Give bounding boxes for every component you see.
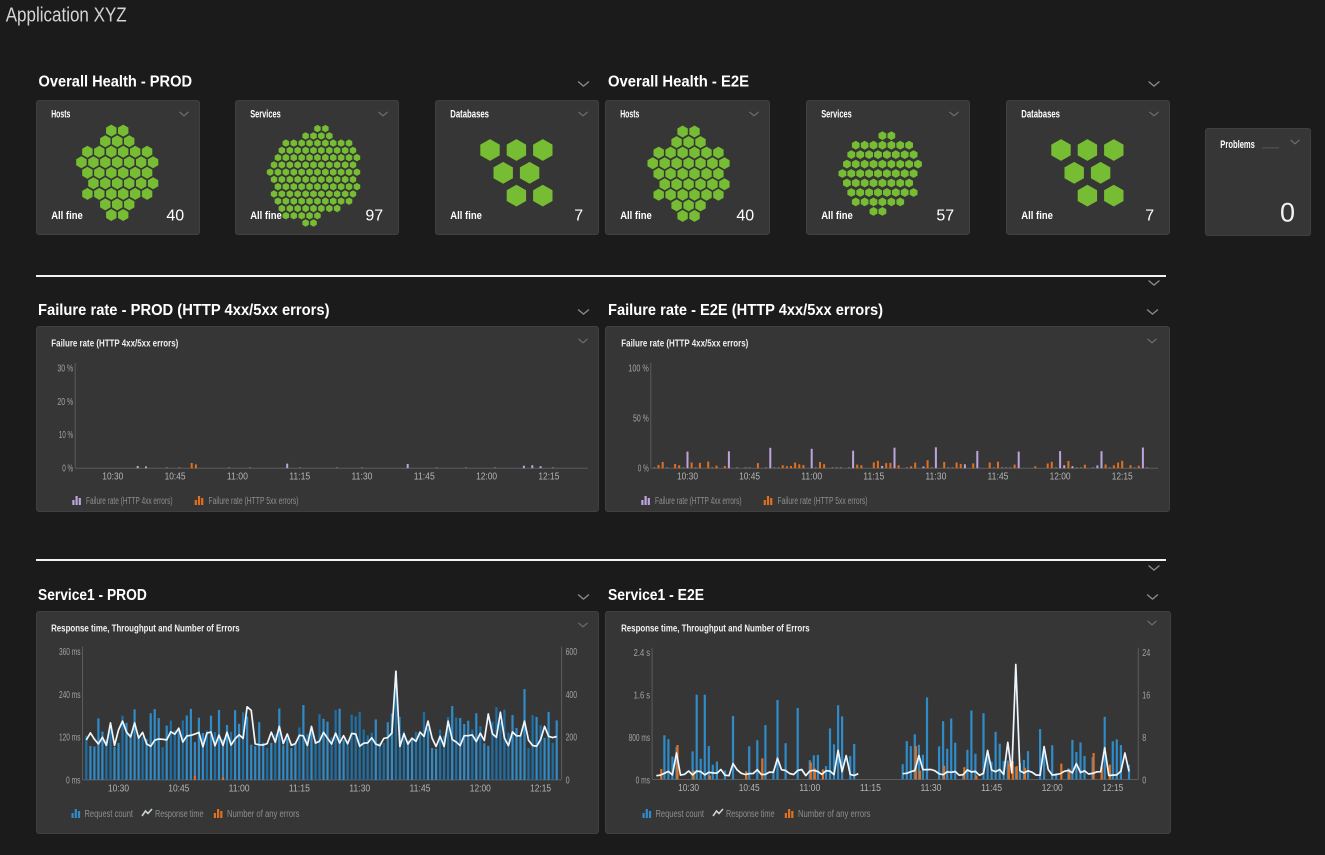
svg-text:Overall Health - E2E: Overall Health - E2E [608, 73, 749, 90]
svg-text:Failure rate (HTTP 4xx/5xx err: Failure rate (HTTP 4xx/5xx errors) [621, 338, 748, 350]
svg-text:Service1 - PROD: Service1 - PROD [38, 587, 147, 604]
svg-text:12:00: 12:00 [470, 783, 491, 794]
svg-text:200: 200 [566, 733, 578, 744]
svg-text:0 %: 0 % [62, 464, 73, 475]
svg-text:Hosts: Hosts [620, 109, 639, 121]
svg-text:All fine: All fine [1021, 210, 1053, 222]
svg-text:Request count: Request count [85, 809, 134, 820]
svg-text:11:00: 11:00 [229, 783, 250, 794]
svg-text:0 ms: 0 ms [636, 775, 651, 786]
svg-text:11:30: 11:30 [925, 472, 946, 483]
svg-text:Response time, Throughput and: Response time, Throughput and Number of … [51, 623, 240, 635]
svg-text:12:15: 12:15 [1112, 472, 1133, 483]
svg-text:10:45: 10:45 [165, 472, 186, 483]
svg-text:12:15: 12:15 [1102, 783, 1123, 794]
svg-text:Response time: Response time [155, 809, 204, 820]
svg-text:Failure rate (HTTP 4xx errors): Failure rate (HTTP 4xx errors) [86, 496, 173, 507]
svg-text:20 %: 20 % [57, 397, 73, 408]
svg-text:11:00: 11:00 [227, 472, 248, 483]
svg-text:Failure rate (HTTP 4xx/5xx err: Failure rate (HTTP 4xx/5xx errors) [51, 338, 178, 350]
svg-text:Failure rate - E2E (HTTP 4xx/5: Failure rate - E2E (HTTP 4xx/5xx errors) [608, 302, 883, 319]
svg-text:10 %: 10 % [59, 430, 74, 441]
svg-text:Request count: Request count [656, 809, 705, 820]
svg-text:Failure rate (HTTP 5xx errors): Failure rate (HTTP 5xx errors) [778, 496, 868, 507]
svg-text:All fine: All fine [450, 210, 482, 222]
svg-text:0: 0 [1142, 775, 1146, 786]
svg-text:8: 8 [1142, 733, 1146, 744]
svg-text:Databases: Databases [1021, 109, 1060, 121]
svg-text:120 ms: 120 ms [59, 733, 81, 744]
svg-text:360 ms: 360 ms [59, 647, 81, 658]
svg-text:600: 600 [566, 647, 578, 658]
svg-text:11:15: 11:15 [863, 472, 884, 483]
svg-text:Failure rate (HTTP 5xx errors): Failure rate (HTTP 5xx errors) [209, 496, 299, 507]
svg-text:400: 400 [566, 690, 578, 701]
svg-text:1.6 s: 1.6 s [634, 691, 651, 702]
svg-text:Problems: Problems [1220, 139, 1255, 151]
svg-text:11:45: 11:45 [988, 472, 1009, 483]
svg-text:10:30: 10:30 [102, 472, 123, 483]
svg-text:11:15: 11:15 [289, 783, 310, 794]
svg-text:Response time, Throughput and: Response time, Throughput and Number of … [621, 623, 810, 635]
svg-text:All fine: All fine [620, 210, 652, 222]
svg-text:Databases: Databases [450, 109, 489, 121]
svg-text:Services: Services [821, 109, 852, 121]
svg-text:7: 7 [574, 208, 583, 225]
svg-text:11:30: 11:30 [349, 783, 370, 794]
svg-text:12:00: 12:00 [1050, 472, 1071, 483]
svg-text:100 %: 100 % [628, 363, 649, 374]
svg-text:800 ms: 800 ms [629, 733, 651, 744]
svg-text:Failure rate - PROD (HTTP 4xx/: Failure rate - PROD (HTTP 4xx/5xx errors… [38, 302, 330, 319]
svg-text:12:15: 12:15 [538, 472, 559, 483]
svg-text:0: 0 [566, 775, 570, 786]
svg-text:40: 40 [736, 208, 754, 225]
svg-text:10:30: 10:30 [677, 472, 698, 483]
svg-text:10:45: 10:45 [739, 783, 760, 794]
svg-text:11:30: 11:30 [352, 472, 373, 483]
svg-text:Hosts: Hosts [51, 109, 70, 121]
svg-text:11:00: 11:00 [799, 783, 820, 794]
svg-text:11:45: 11:45 [414, 472, 435, 483]
svg-text:11:00: 11:00 [801, 472, 822, 483]
svg-text:12:15: 12:15 [530, 783, 551, 794]
svg-text:Services: Services [250, 109, 281, 121]
svg-text:16: 16 [1142, 691, 1150, 702]
svg-text:240 ms: 240 ms [59, 690, 81, 701]
svg-text:0: 0 [1280, 198, 1295, 228]
svg-text:50 %: 50 % [633, 414, 649, 425]
svg-text:11:45: 11:45 [981, 783, 1002, 794]
svg-text:10:45: 10:45 [739, 472, 760, 483]
svg-text:11:30: 11:30 [921, 783, 942, 794]
svg-text:0 %: 0 % [638, 464, 649, 475]
svg-text:7: 7 [1145, 208, 1154, 225]
svg-text:11:15: 11:15 [289, 472, 310, 483]
svg-text:11:15: 11:15 [860, 783, 881, 794]
svg-text:10:30: 10:30 [678, 783, 699, 794]
svg-text:All fine: All fine [51, 210, 83, 222]
svg-text:All fine: All fine [821, 210, 853, 222]
svg-text:12:00: 12:00 [1042, 783, 1063, 794]
svg-text:40: 40 [166, 208, 184, 225]
svg-text:Number of any errors: Number of any errors [798, 809, 871, 820]
svg-text:10:45: 10:45 [168, 783, 189, 794]
svg-text:57: 57 [936, 208, 954, 225]
svg-text:Number of any errors: Number of any errors [227, 809, 300, 820]
svg-text:12:00: 12:00 [476, 472, 497, 483]
svg-text:Overall Health - PROD: Overall Health - PROD [39, 73, 193, 90]
svg-text:All fine: All fine [250, 210, 282, 222]
svg-text:30 %: 30 % [57, 363, 73, 374]
svg-text:11:45: 11:45 [410, 783, 431, 794]
svg-text:0 ms: 0 ms [66, 775, 81, 786]
svg-text:Failure rate (HTTP 4xx errors): Failure rate (HTTP 4xx errors) [655, 496, 742, 507]
svg-text:24: 24 [1142, 648, 1150, 659]
svg-text:Service1 - E2E: Service1 - E2E [608, 587, 704, 604]
svg-text:Application XYZ: Application XYZ [6, 5, 127, 27]
svg-text:10:30: 10:30 [108, 783, 129, 794]
svg-text:Response time: Response time [726, 809, 775, 820]
svg-text:2.4 s: 2.4 s [634, 648, 651, 659]
svg-text:97: 97 [365, 208, 383, 225]
